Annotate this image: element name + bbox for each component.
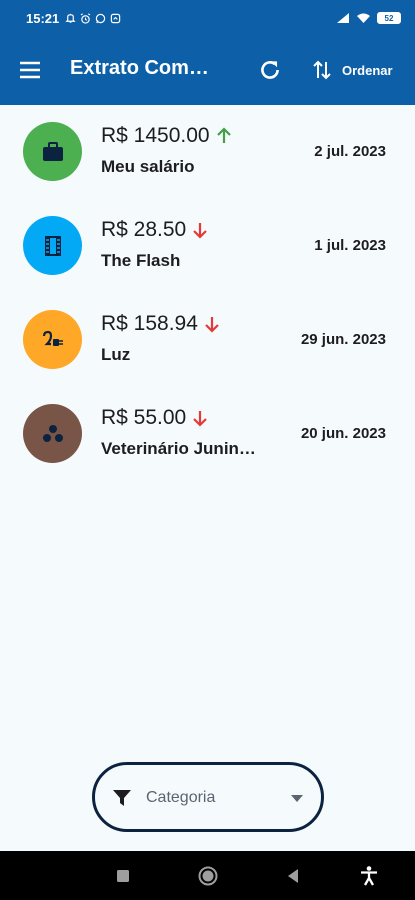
amount: R$ 1450.00 (101, 124, 210, 147)
refresh-button[interactable] (257, 57, 283, 83)
briefcase-icon (42, 141, 63, 161)
filter-label: Categoria (146, 789, 216, 806)
back-button[interactable] (282, 865, 304, 887)
sort-button[interactable]: Ordenar (312, 56, 393, 84)
alarm-clock-icon (80, 12, 91, 24)
avatar (23, 122, 82, 181)
transaction-date: 20 jun. 2023 (300, 425, 386, 442)
battery-icon: 52 (377, 12, 401, 24)
status-left: 15:21 (26, 11, 121, 26)
refresh-icon (261, 61, 279, 79)
status-right: 52 (336, 12, 401, 24)
amount-row: R$ 1450.00 (101, 124, 234, 148)
amount: R$ 158.94 (101, 312, 198, 335)
avatar (23, 404, 82, 463)
filter-icon (113, 790, 131, 806)
transaction-name: Meu salário (101, 157, 195, 176)
recent-apps-icon (117, 870, 129, 882)
battery-level: 52 (384, 13, 394, 23)
transaction-name: Veterinário Junin… (101, 439, 256, 458)
amount-row: R$ 158.94 (101, 312, 222, 336)
home-icon (198, 866, 218, 886)
accessibility-icon (361, 866, 377, 886)
status-bar: 15:21 52 (0, 0, 415, 36)
signal-icon (337, 13, 349, 23)
messenger-icon (111, 13, 121, 23)
amount-row: R$ 28.50 (101, 218, 210, 242)
status-time: 15:21 (26, 10, 60, 26)
arrow-up-icon (216, 127, 231, 143)
arrow-down-icon (193, 223, 208, 239)
wifi-icon (357, 13, 370, 23)
accessibility-button[interactable] (358, 865, 380, 887)
home-button[interactable] (197, 865, 219, 887)
amount: R$ 55.00 (101, 406, 187, 429)
page-title: Extrato Com… (70, 57, 209, 79)
arrow-down-icon (205, 317, 219, 333)
alarm-icon (65, 13, 76, 23)
caret-down-icon (291, 795, 303, 802)
avatar (23, 216, 82, 275)
film-icon (44, 235, 61, 256)
recent-apps-button[interactable] (112, 865, 134, 887)
sort-label: Ordenar (342, 62, 393, 78)
swap-vertical-icon (313, 60, 331, 80)
amount: R$ 28.50 (101, 218, 187, 241)
paw-icon (42, 424, 63, 442)
transaction-list: R$ 1450.00 Meu salário 2 jul. 2023 R$ 28… (0, 105, 415, 481)
list-item[interactable]: R$ 55.00 Veterinário Junin… 20 jun. 2023 (0, 387, 415, 481)
transaction-name: Luz (101, 345, 131, 364)
power-plug-icon (42, 330, 63, 346)
app-bar: Extrato Com… Ordenar (0, 36, 415, 105)
amount-row: R$ 55.00 (101, 406, 210, 430)
category-filter-dropdown[interactable]: Categoria (92, 762, 324, 832)
avatar (23, 310, 82, 369)
transaction-name: The Flash (101, 251, 181, 270)
transaction-date: 2 jul. 2023 (314, 143, 386, 160)
notification-icons (65, 12, 121, 24)
back-icon (288, 869, 298, 883)
menu-button[interactable] (18, 58, 42, 82)
menu-icon (20, 61, 40, 79)
whatsapp-icon (96, 13, 106, 23)
list-item[interactable]: R$ 1450.00 Meu salário 2 jul. 2023 (0, 105, 415, 199)
list-item[interactable]: R$ 28.50 The Flash 1 jul. 2023 (0, 199, 415, 293)
system-nav-bar (0, 851, 415, 900)
list-item[interactable]: R$ 158.94 Luz 29 jun. 2023 (0, 293, 415, 387)
transaction-date: 29 jun. 2023 (300, 331, 386, 348)
arrow-down-icon (193, 411, 208, 427)
transaction-date: 1 jul. 2023 (314, 237, 386, 254)
